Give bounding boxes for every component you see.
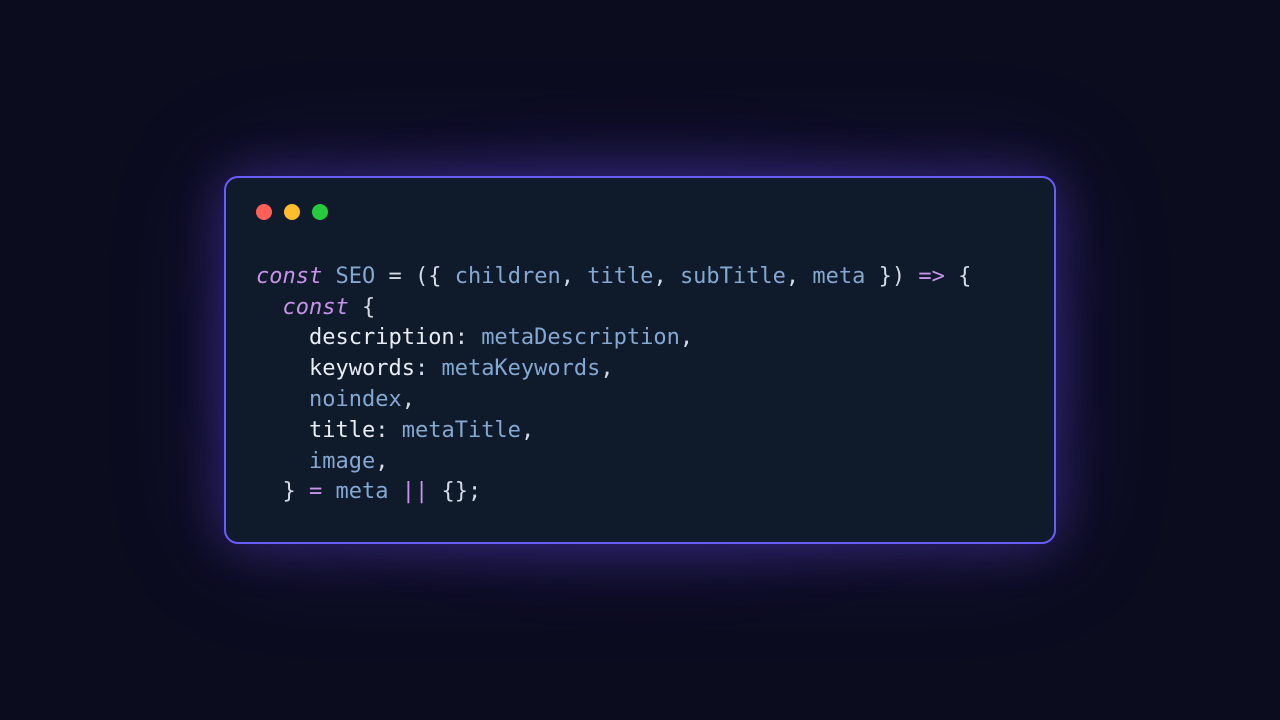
window-controls <box>256 204 1024 220</box>
code-window: const SEO = ({ children, title, subTitle… <box>224 176 1056 544</box>
code-snippet: const SEO = ({ children, title, subTitle… <box>256 262 1024 508</box>
close-icon[interactable] <box>256 204 272 220</box>
function-name: SEO <box>335 264 375 289</box>
minimize-icon[interactable] <box>284 204 300 220</box>
maximize-icon[interactable] <box>312 204 328 220</box>
keyword-const: const <box>256 264 322 289</box>
